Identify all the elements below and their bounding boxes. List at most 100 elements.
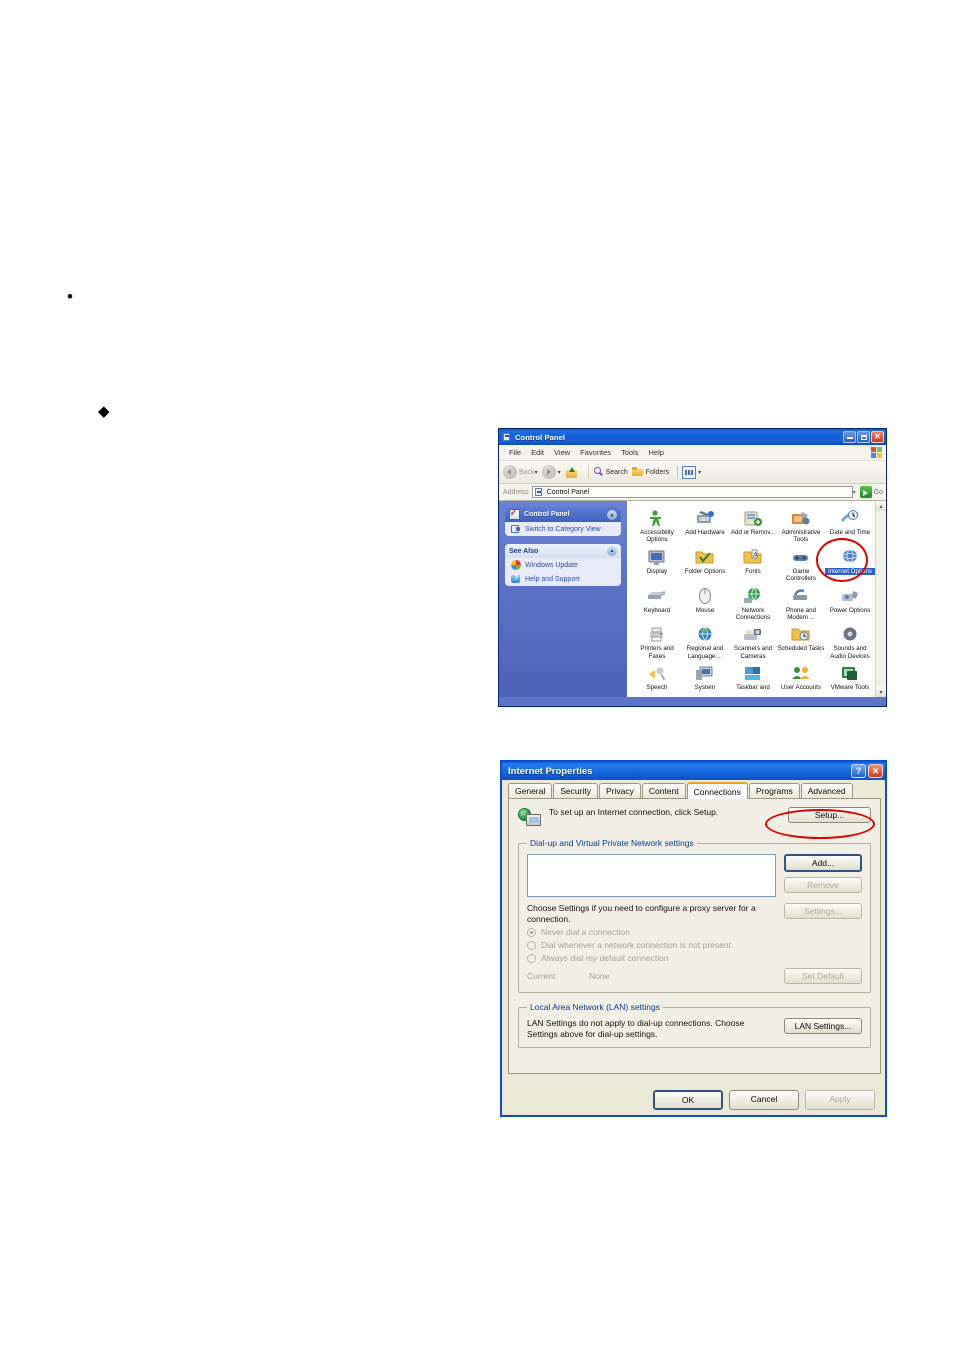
folders-button[interactable]: Folders xyxy=(631,467,669,477)
menu-edit[interactable]: Edit xyxy=(526,448,549,457)
cp-item-folder-options[interactable]: Folder Options xyxy=(681,545,729,583)
cp-item-user-accounts[interactable]: User Accounts xyxy=(777,661,825,691)
cancel-button[interactable]: Cancel xyxy=(729,1090,799,1110)
back-dropdown-icon[interactable]: ▾ xyxy=(535,469,538,476)
radio-never-dial[interactable]: Never dial a connection xyxy=(527,927,862,937)
user-accounts-icon xyxy=(791,664,811,683)
tab-advanced[interactable]: Advanced xyxy=(800,783,853,798)
cp-item-label: Internet Options xyxy=(825,567,875,576)
cp-item-internet-options[interactable]: Internet Options xyxy=(825,545,875,583)
cp-item-date-and-time[interactable]: Date and Time xyxy=(825,506,875,544)
go-label: Go xyxy=(873,488,883,496)
menu-favorites[interactable]: Favorites xyxy=(575,448,616,457)
help-button[interactable]: ? xyxy=(851,764,866,778)
switch-view-icon xyxy=(511,524,521,534)
chevron-up-icon[interactable]: ▲ xyxy=(607,509,617,520)
cp-item-vmware-tools[interactable]: VMware Tools xyxy=(825,661,875,691)
ok-button[interactable]: OK xyxy=(653,1090,723,1110)
sidebar-panel-see-also: See Also ▲ Windows Update Help and Suppo… xyxy=(505,544,621,586)
dialog-close-button[interactable]: ✕ xyxy=(868,764,883,778)
cp-item-keyboard[interactable]: Keyboard xyxy=(633,584,681,622)
cp-item-regional-and-language[interactable]: Regional and Language ... xyxy=(681,622,729,660)
up-one-level-icon[interactable] xyxy=(565,466,578,479)
dialup-connections-list[interactable] xyxy=(527,854,776,897)
tab-strip: General Security Privacy Content Connect… xyxy=(502,780,885,799)
search-button[interactable]: Search xyxy=(593,466,628,478)
dialup-vpn-group: Dial-up and Virtual Private Network sett… xyxy=(518,838,871,993)
cp-item-administrative-tools[interactable]: Administrative Tools xyxy=(777,506,825,544)
back-button[interactable]: Back ▾ xyxy=(503,465,538,479)
lan-settings-button[interactable]: LAN Settings... xyxy=(784,1018,862,1034)
address-input[interactable]: Control Panel xyxy=(531,486,853,498)
menu-tools[interactable]: Tools xyxy=(616,448,644,457)
tab-general[interactable]: General xyxy=(508,783,553,798)
menu-file[interactable]: File xyxy=(504,448,526,457)
cp-item-label: Folder Options xyxy=(684,567,726,575)
cp-item-mouse[interactable]: Mouse xyxy=(681,584,729,622)
control-panel-small-icon xyxy=(534,487,544,497)
go-button[interactable] xyxy=(859,486,872,498)
setup-button[interactable]: Setup... xyxy=(788,807,871,823)
system-icon xyxy=(695,664,715,683)
cp-item-sounds-and-audio-devices[interactable]: Sounds and Audio Devices xyxy=(825,622,875,660)
forward-dropdown-icon[interactable]: ▾ xyxy=(558,469,561,476)
control-panel-window: Control Panel ✕ File Edit View Favorites… xyxy=(498,428,887,707)
scroll-down-icon[interactable]: ▾ xyxy=(876,687,886,697)
cp-item-phone-and-modem[interactable]: Phone and Modem ... xyxy=(777,584,825,622)
cp-item-power-options[interactable]: Power Options xyxy=(825,584,875,622)
minimize-button[interactable] xyxy=(843,431,856,443)
forward-button[interactable]: ▾ xyxy=(541,465,561,479)
cp-item-game-controllers[interactable]: Game Controllers xyxy=(777,545,825,583)
cp-item-label: Game Controllers xyxy=(786,567,816,583)
cp-item-scheduled-tasks[interactable]: Scheduled Tasks xyxy=(777,622,825,660)
cp-item-label: Scheduled Tasks xyxy=(777,645,825,653)
tab-privacy[interactable]: Privacy xyxy=(598,783,641,798)
windows-update-icon xyxy=(511,560,521,570)
views-button[interactable]: ▾ xyxy=(682,465,701,479)
setup-row: To set up an Internet connection, click … xyxy=(518,807,871,829)
cp-item-fonts[interactable]: A Fonts xyxy=(729,545,777,583)
address-dropdown-icon[interactable]: ▾ xyxy=(853,489,856,496)
cp-item-system[interactable]: System xyxy=(681,661,729,691)
cp-item-display[interactable]: Display xyxy=(633,545,681,583)
control-panel-titlebar: Control Panel ✕ xyxy=(499,429,886,445)
set-default-button: Set Default xyxy=(784,968,862,984)
tab-programs[interactable]: Programs xyxy=(748,783,800,798)
menu-view[interactable]: View xyxy=(549,448,575,457)
cp-item-speech[interactable]: Speech xyxy=(633,661,681,691)
close-button[interactable]: ✕ xyxy=(871,431,884,443)
sidebar-panel-control-panel: Control Panel ▲ Switch to Category View xyxy=(505,507,621,536)
sidebar-item-switch-to-category-view[interactable]: Switch to Category View xyxy=(505,522,621,536)
lan-row: LAN Settings do not apply to dial-up con… xyxy=(527,1018,862,1039)
cp-item-add-hardware[interactable]: Add Hardware xyxy=(681,506,729,544)
radio-always-dial[interactable]: Always dial my default connection xyxy=(527,953,862,963)
regional-and-language-icon xyxy=(695,625,715,644)
tab-connections[interactable]: Connections xyxy=(686,782,748,799)
sidebar-item-label-windows-update: Windows Update xyxy=(525,561,578,569)
sidebar-item-help-and-support[interactable]: Help and Support xyxy=(505,572,621,586)
taskbar-and-start-menu-icon xyxy=(743,664,763,683)
tab-security[interactable]: Security xyxy=(553,783,598,798)
radio-dial-whenever[interactable]: Dial whenever a network connection is no… xyxy=(527,940,862,950)
cp-item-accessibility-options[interactable]: Accessibility Options xyxy=(633,506,681,544)
cp-item-taskbar-and-start-menu[interactable]: Taskbar and xyxy=(729,661,777,691)
add-button[interactable]: Add... xyxy=(784,854,862,872)
sidebar-item-windows-update[interactable]: Windows Update xyxy=(505,558,621,572)
control-panel-icon-area: Accessibility Options Add Hardware Add o… xyxy=(627,501,886,697)
maximize-button[interactable] xyxy=(857,431,870,443)
cp-item-network-connections[interactable]: Network Connections xyxy=(729,584,777,622)
cp-item-label: Phone and Modem ... xyxy=(786,606,816,622)
chevron-up-icon-2[interactable]: ▲ xyxy=(607,546,617,556)
scroll-up-icon[interactable]: ▴ xyxy=(876,501,886,511)
scheduled-tasks-icon xyxy=(791,625,811,644)
cp-item-scanners-and-cameras[interactable]: Scanners and Cameras xyxy=(729,622,777,660)
vertical-scrollbar[interactable]: ▴ ▾ xyxy=(875,501,886,697)
radio-always-dial-label: Always dial my default connection xyxy=(541,953,669,963)
dialog-button-group: ? ✕ xyxy=(851,764,883,778)
cp-item-printers-and-faxes[interactable]: Printers and Faxes xyxy=(633,622,681,660)
cp-item-add-or-remove-programs[interactable]: Add or Remov... xyxy=(729,506,777,544)
control-panel-body: Control Panel ▲ Switch to Category View … xyxy=(499,501,886,697)
views-dropdown-icon[interactable]: ▾ xyxy=(698,469,701,476)
tab-content[interactable]: Content xyxy=(641,783,686,798)
menu-help[interactable]: Help xyxy=(644,448,669,457)
